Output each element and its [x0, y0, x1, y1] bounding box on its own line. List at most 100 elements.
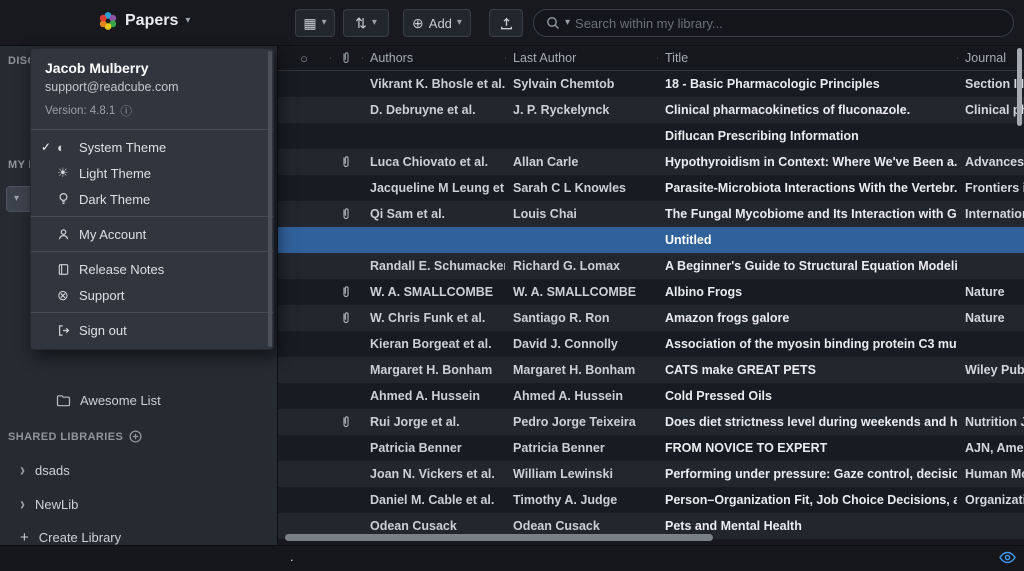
table-row[interactable]: Daniel M. Cable et al. Timothy A. Judge …: [278, 487, 1024, 513]
search-scope-chevron-down-icon[interactable]: ▾: [565, 18, 570, 28]
info-icon[interactable]: ⓘ: [120, 103, 132, 119]
table-row[interactable]: Vikrant K. Bhosle et al. Sylvain Chemtob…: [278, 71, 1024, 97]
column-header-journal[interactable]: Journal: [957, 51, 1024, 65]
folder-icon: [56, 394, 71, 407]
circle-plus-icon: ⊕: [412, 16, 424, 30]
row-title: Association of the myosin binding protei…: [657, 337, 957, 351]
row-journal: AJN, Amer: [957, 441, 1024, 455]
table-row[interactable]: Patricia Benner Patricia Benner FROM NOV…: [278, 435, 1024, 461]
horizontal-scrollbar[interactable]: [285, 534, 713, 541]
table-row[interactable]: D. Debruyne et al. J. P. Ryckelynck Clin…: [278, 97, 1024, 123]
row-last-author: W. A. SMALLCOMBE: [505, 285, 657, 299]
chevron-right-icon[interactable]: ›: [20, 494, 25, 514]
table-row[interactable]: Luca Chiovato et al. Allan Carle Hypothy…: [278, 149, 1024, 175]
row-journal: Section III:: [957, 77, 1024, 91]
row-journal: Internation: [957, 207, 1024, 221]
plus-icon: +: [20, 530, 29, 545]
table-row[interactable]: Jacqueline M Leung et ... Sarah C L Know…: [278, 175, 1024, 201]
table-row[interactable]: Qi Sam et al. Louis Chai The Fungal Myco…: [278, 201, 1024, 227]
menu-item-light-theme[interactable]: ☀ Light Theme: [31, 160, 273, 186]
shared-library-label: dsads: [35, 463, 70, 478]
menu-item-sign-out[interactable]: Sign out: [31, 317, 273, 343]
row-title: Performing under pressure: Gaze control,…: [657, 467, 957, 481]
paperclip-icon: [340, 207, 352, 221]
row-last-author: Allan Carle: [505, 155, 657, 169]
row-last-author: Ahmed A. Hussein: [505, 389, 657, 403]
chevron-right-icon[interactable]: ›: [20, 460, 25, 480]
table-row[interactable]: Randall E. Schumacker ... Richard G. Lom…: [278, 253, 1024, 279]
book-icon: [57, 263, 79, 276]
search-icon: [546, 16, 560, 30]
sidebar-item-awesome-list[interactable]: Awesome List: [56, 387, 161, 413]
column-header-authors[interactable]: Authors: [362, 51, 505, 65]
table-row-selected[interactable]: Untitled: [278, 227, 1024, 253]
table-row[interactable]: Kieran Borgeat et al. David J. Connolly …: [278, 331, 1024, 357]
user-email: support@readcube.com: [45, 80, 259, 94]
sort-button[interactable]: ⇅ ▾: [343, 9, 389, 37]
chevron-down-icon: ▾: [322, 18, 327, 28]
menu-scrollbar[interactable]: [268, 51, 272, 347]
table-row[interactable]: Ahmed A. Hussein Ahmed A. Hussein Cold P…: [278, 383, 1024, 409]
sidebar-section-shared-libraries: SHARED LIBRARIES: [8, 430, 142, 443]
row-authors: Luca Chiovato et al.: [362, 155, 505, 169]
row-authors: Qi Sam et al.: [362, 207, 505, 221]
row-title: Cold Pressed Oils: [657, 389, 957, 403]
menu-item-my-account[interactable]: My Account: [31, 221, 273, 247]
row-last-author: Pedro Jorge Teixeira: [505, 415, 657, 429]
status-text: .: [290, 549, 294, 564]
library-search-field[interactable]: ▾: [533, 9, 1014, 37]
row-authors: W. A. SMALLCOMBE: [362, 285, 505, 299]
row-journal: Advances i: [957, 155, 1024, 169]
table-row[interactable]: W. A. SMALLCOMBE W. A. SMALLCOMBE Albino…: [278, 279, 1024, 305]
vertical-scrollbar[interactable]: [1017, 48, 1022, 126]
row-title: The Fungal Mycobiome and Its Interaction…: [657, 207, 957, 221]
column-header-last-author[interactable]: Last Author: [505, 51, 657, 65]
select-all-column-header[interactable]: ○: [278, 51, 330, 66]
attachment-cell: [330, 155, 362, 169]
preview-eye-toggle[interactable]: [999, 551, 1016, 567]
row-authors: D. Debruyne et al.: [362, 103, 505, 117]
column-header-title[interactable]: Title: [657, 51, 957, 65]
table-row[interactable]: Joan N. Vickers et al. William Lewinski …: [278, 461, 1024, 487]
table-row[interactable]: Rui Jorge et al. Pedro Jorge Teixeira Do…: [278, 409, 1024, 435]
row-journal: Nutrition J: [957, 415, 1024, 429]
shared-library-label: NewLib: [35, 497, 78, 512]
row-journal: Frontiers i: [957, 181, 1024, 195]
user-menu-header: Jacob Mulberry support@readcube.com Vers…: [31, 49, 273, 129]
papers-pinwheel-logo-icon: [98, 11, 118, 31]
lightbulb-icon: [57, 192, 79, 206]
row-journal: Human Mo: [957, 467, 1024, 481]
row-journal: Clinical pha: [957, 103, 1024, 117]
circle-icon: ○: [300, 51, 308, 66]
add-shared-library-plus-icon[interactable]: [129, 430, 142, 443]
menu-item-release-notes[interactable]: Release Notes: [31, 256, 273, 282]
sidebar-item-label: Awesome List: [80, 393, 161, 408]
sidebar-shared-library-dsads[interactable]: › dsads: [20, 457, 70, 483]
sidebar-shared-library-NewLib[interactable]: › NewLib: [20, 491, 78, 517]
row-journal: Wiley Publ: [957, 363, 1024, 377]
menu-item-dark-theme[interactable]: Dark Theme: [31, 186, 273, 212]
attachment-column-header[interactable]: [330, 51, 362, 65]
table-row[interactable]: W. Chris Funk et al. Santiago R. Ron Ama…: [278, 305, 1024, 331]
menu-item-support[interactable]: ⊗ Support: [31, 282, 273, 308]
view-layout-button[interactable]: ▦ ▾: [295, 9, 335, 37]
menu-item-system-theme[interactable]: ✓ ◐ System Theme: [31, 134, 273, 160]
attachment-cell: [330, 311, 362, 325]
table-row[interactable]: Diflucan Prescribing Information: [278, 123, 1024, 149]
search-input[interactable]: [575, 16, 1001, 31]
table-row[interactable]: Margaret H. Bonham Margaret H. Bonham CA…: [278, 357, 1024, 383]
row-authors: Ahmed A. Hussein: [362, 389, 505, 403]
row-title: Albino Frogs: [657, 285, 957, 299]
row-title: 18 - Basic Pharmacologic Principles: [657, 77, 957, 91]
row-last-author: William Lewinski: [505, 467, 657, 481]
table-header-row: ○ Authors Last Author Title Journal: [278, 46, 1024, 71]
paperclip-icon: [340, 285, 352, 299]
papers-app-window: Papers ▾ ▦ ▾ ⇅ ▾ ⊕ Add ▾ ▾: [0, 0, 1024, 571]
add-button[interactable]: ⊕ Add ▾: [403, 9, 471, 37]
row-title: Person–Organization Fit, Job Choice Deci…: [657, 493, 957, 507]
import-upload-button[interactable]: [489, 9, 523, 37]
row-title: Pets and Mental Health: [657, 519, 957, 533]
paperclip-icon: [340, 51, 352, 65]
row-authors: Kieran Borgeat et al.: [362, 337, 505, 351]
app-menu-button[interactable]: Papers ▾: [98, 11, 190, 31]
